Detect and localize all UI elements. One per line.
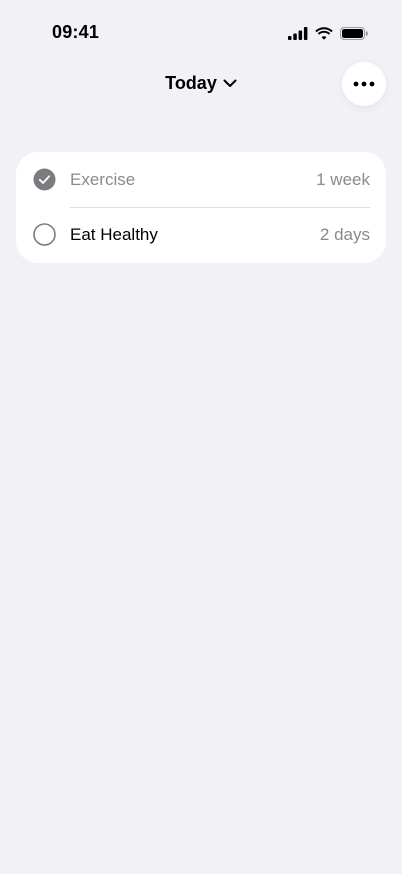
status-bar: 09:41	[0, 0, 402, 64]
habit-name: Exercise	[70, 169, 136, 189]
ellipsis-icon	[353, 81, 375, 87]
habit-streak: 2 days	[319, 224, 370, 244]
header-title: Today	[165, 73, 217, 93]
chevron-down-icon	[223, 79, 237, 87]
empty-circle-icon[interactable]	[33, 223, 56, 246]
habit-row-eat-healthy[interactable]: Eat Healthy 2 days	[16, 207, 386, 262]
cellular-signal-icon	[288, 26, 308, 40]
nav-header: Today	[0, 62, 402, 106]
habit-row-exercise[interactable]: Exercise 1 week	[16, 152, 386, 207]
wifi-icon	[315, 26, 333, 40]
app-screen: 09:41 Today Exercise 1 week Eat Healthy …	[0, 0, 402, 874]
battery-icon	[340, 26, 368, 40]
habit-streak: 1 week	[316, 169, 370, 189]
habit-list: Exercise 1 week Eat Healthy 2 days	[16, 152, 386, 263]
habit-name: Eat Healthy	[70, 224, 158, 244]
status-icons	[288, 24, 368, 42]
checkmark-circle-filled-icon[interactable]	[33, 168, 56, 191]
status-time: 09:41	[52, 22, 100, 42]
more-options-button[interactable]	[342, 62, 386, 106]
